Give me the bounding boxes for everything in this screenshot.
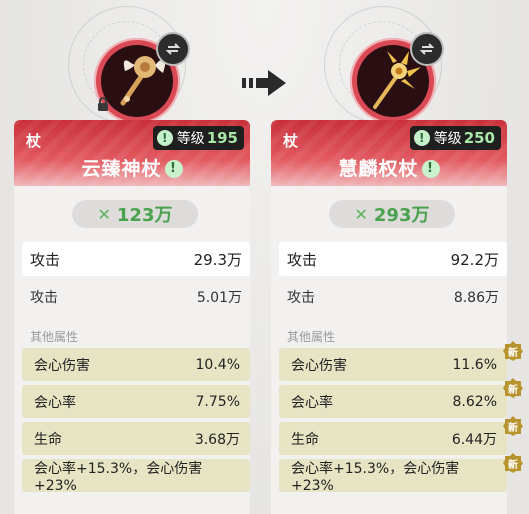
stat-label: 攻击 [30,290,58,306]
attribute-row: 会心率 7.75% [22,385,250,418]
secondary-stat-row: 攻击 8.86万 [279,280,507,314]
power-icon: ✕ [354,204,368,224]
attack-row: 攻击 92.2万 [279,242,507,276]
new-badge: 新 [502,452,524,474]
swap-button-right[interactable] [410,32,444,66]
new-badge: 新 [502,415,524,437]
attr-value: 3.68万 [194,431,240,448]
power-value: 293万 [373,205,430,226]
attr-label: 会心率 [34,394,76,411]
attr-value: 10.4% [195,356,240,373]
level-badge: ! 等级 195 [152,126,244,150]
power-value: 123万 [116,205,173,226]
attribute-row: 会心率+15.3%，会心伤害+23% [22,459,250,494]
stat-value: 5.01万 [196,290,242,306]
level-badge: ! 等级 250 [409,126,501,150]
new-badge: 新 [502,340,524,362]
card-header: 杖 ! 等级 195 云臻神杖! [14,120,250,186]
weapon-type-label: 杖 [26,132,42,150]
attribute-row: 生命 3.68万 [22,422,250,455]
new-badge: 新 [502,377,524,399]
attribute-row: 会心率+15.3%，会心伤害+23% [279,459,507,494]
level-label: 等级 [176,131,205,147]
power-icon: ✕ [97,204,111,224]
weapon-name-text: 云臻神杖 [81,158,162,180]
attack-row: 攻击 29.3万 [22,242,250,276]
level-value: 195 [206,129,238,147]
weapon-type-label: 杖 [283,132,299,150]
swap-icon [419,43,435,55]
attribute-row: 会心伤害 10.4% [22,348,250,381]
stat-value: 8.86万 [453,290,499,306]
equipment-card-new: 杖 ! 等级 250 慧麟权杖! ✕ 293万 攻击 92.2万 攻击 8.86… [271,120,507,514]
power-badge: ✕ 293万 [329,200,455,228]
info-icon[interactable]: ! [164,160,183,178]
weapon-name-text: 慧麟权杖 [338,158,419,180]
attr-label: 生命 [34,431,62,448]
compare-arrow-icon [242,70,286,96]
attr-value: 11.6% [452,356,497,373]
attribute-row: 会心伤害 11.6% [279,348,507,381]
attr-label: 会心伤害 [34,357,90,374]
stat-label: 攻击 [287,250,318,269]
weapon-name: 慧麟权杖! [271,154,507,181]
attribute-row: 生命 6.44万 [279,422,507,455]
weapon-name: 云臻神杖! [14,154,250,181]
attr-label: 会心伤害 [291,357,347,374]
info-icon: ! [156,130,173,146]
attr-label: 会心率 [291,394,333,411]
attr-label: 生命 [291,431,319,448]
attr-value: 7.75% [195,393,240,410]
card-header: 杖 ! 等级 250 慧麟权杖! [271,120,507,186]
level-value: 250 [463,129,495,147]
stat-label: 攻击 [30,250,61,269]
other-attributes-title: 其他属性 [30,330,79,344]
swap-icon [165,43,181,55]
stat-label: 攻击 [287,290,315,306]
attr-value: 6.44万 [451,431,497,448]
attr-value: 8.62% [452,393,497,410]
other-attributes-title: 其他属性 [287,330,336,344]
stat-value: 29.3万 [193,250,242,269]
swap-button-left[interactable] [156,32,190,66]
attr-label: 会心率+15.3%，会心伤害+23% [291,460,460,494]
level-label: 等级 [433,131,462,147]
power-badge: ✕ 123万 [72,200,198,228]
secondary-stat-row: 攻击 5.01万 [22,280,250,314]
equipment-card-current: 杖 ! 等级 195 云臻神杖! ✕ 123万 攻击 29.3万 攻击 5.01… [14,120,250,514]
lock-icon [98,97,108,111]
info-icon[interactable]: ! [421,160,440,178]
info-icon: ! [413,130,430,146]
attribute-row: 会心率 8.62% [279,385,507,418]
attr-label: 会心率+15.3%，会心伤害+23% [34,460,203,494]
stat-value: 92.2万 [450,250,499,269]
